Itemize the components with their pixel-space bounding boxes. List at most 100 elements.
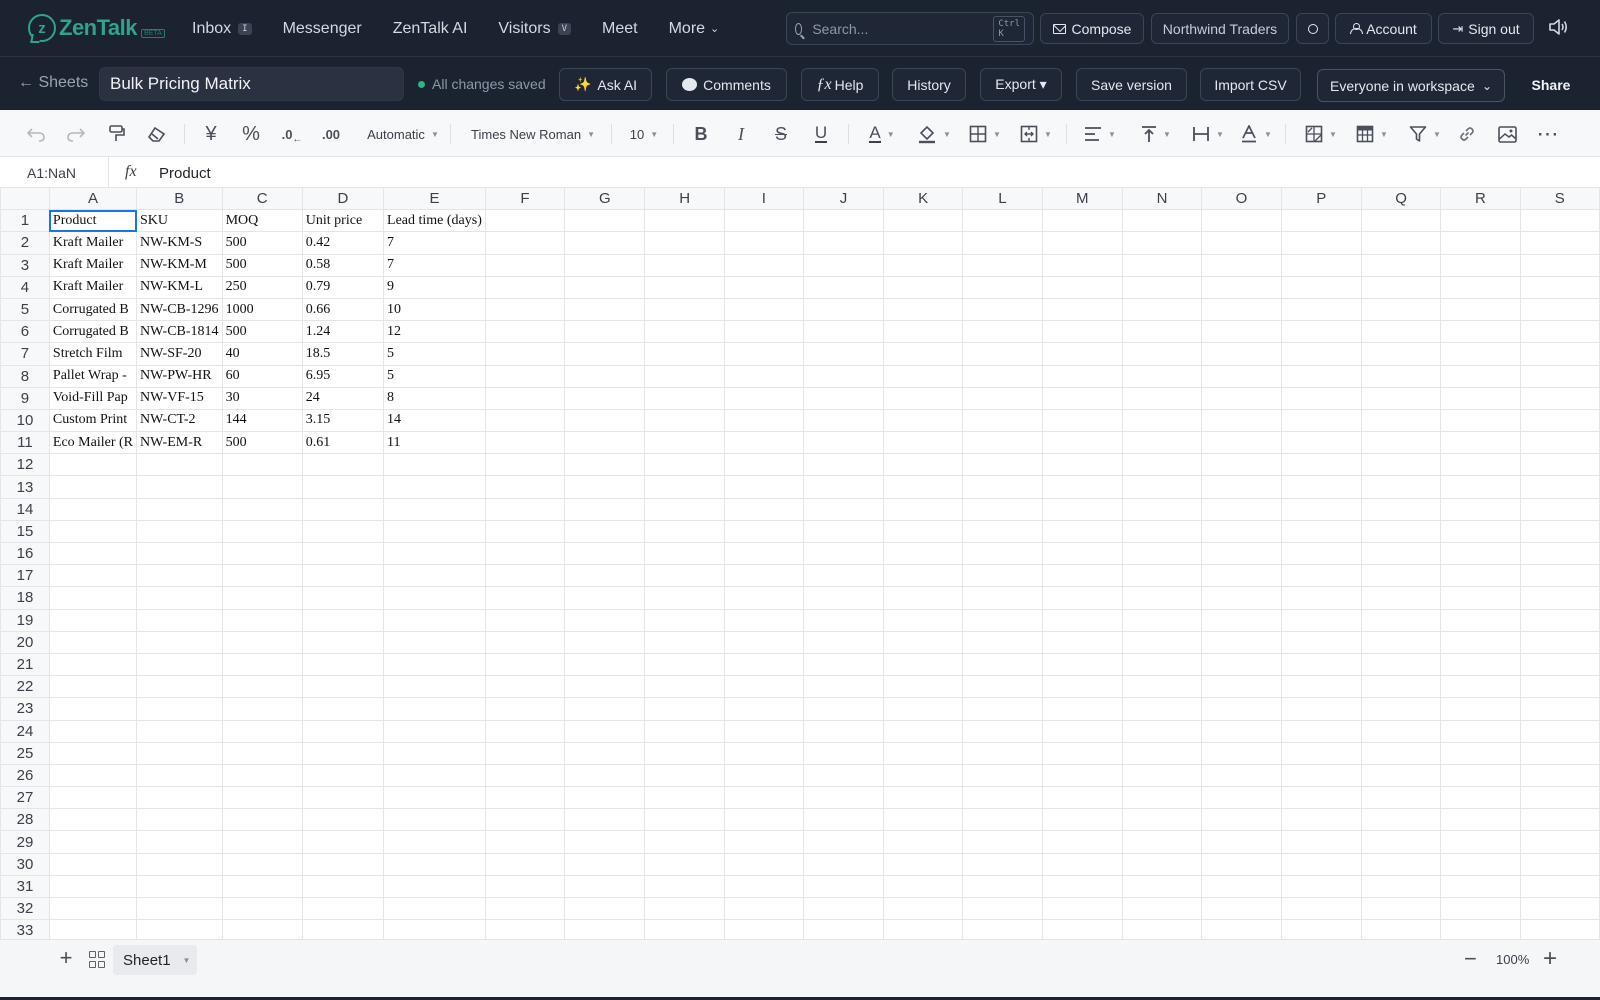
number-format-select[interactable]: Automatic ▼ [361, 122, 445, 146]
cell-g3[interactable] [564, 253, 646, 277]
cell-o24[interactable] [1201, 719, 1282, 743]
table-style-button[interactable]: ▼ [1354, 122, 1390, 146]
cell-f6[interactable] [484, 320, 566, 344]
cell-p4[interactable] [1280, 275, 1362, 299]
cell-m27[interactable] [1041, 786, 1123, 810]
cell-k24[interactable] [883, 719, 964, 743]
back-to-sheets-link[interactable]: ← Sheets [18, 74, 88, 92]
cell-d20[interactable] [301, 630, 385, 654]
cell-k18[interactable] [883, 586, 964, 610]
cell-s32[interactable] [1519, 896, 1600, 921]
row-header[interactable]: 6 [0, 320, 50, 344]
cell-c25[interactable] [221, 741, 303, 765]
cell-p14[interactable] [1280, 497, 1362, 521]
cell-o2[interactable] [1201, 231, 1282, 255]
cell-p5[interactable] [1280, 297, 1362, 322]
export-button[interactable]: Export ▾ [980, 68, 1062, 101]
cell-n9[interactable] [1121, 386, 1203, 410]
cell-m5[interactable] [1041, 297, 1123, 322]
cell-b12[interactable] [136, 453, 223, 477]
cell-j11[interactable] [802, 431, 885, 455]
cell-h6[interactable] [644, 320, 725, 344]
cell-f26[interactable] [484, 763, 566, 788]
zoom-in-icon[interactable]: + [1543, 945, 1557, 973]
cell-g21[interactable] [564, 652, 646, 677]
cell-o3[interactable] [1201, 253, 1282, 277]
cell-s25[interactable] [1519, 741, 1600, 765]
cell-c21[interactable] [221, 652, 303, 677]
cell-b24[interactable] [136, 719, 223, 743]
cell-e13[interactable] [383, 475, 486, 499]
cell-a29[interactable] [48, 830, 138, 854]
cell-n3[interactable] [1121, 253, 1203, 277]
share-button[interactable]: Share [1518, 68, 1584, 101]
cell-j15[interactable] [802, 519, 885, 544]
import-csv-button[interactable]: Import CSV [1200, 68, 1301, 101]
cell-b29[interactable] [136, 830, 223, 854]
cell-a27[interactable] [48, 786, 138, 810]
cell-q20[interactable] [1360, 630, 1442, 654]
cell-h15[interactable] [644, 519, 725, 544]
cell-e19[interactable] [383, 608, 486, 632]
cell-l24[interactable] [962, 719, 1043, 743]
caret-down-icon[interactable]: ▼ [183, 956, 191, 965]
cell-f25[interactable] [484, 741, 566, 765]
cell-c4[interactable]: 250 [221, 275, 303, 299]
cell-s11[interactable] [1519, 431, 1600, 455]
row-header[interactable]: 18 [0, 586, 50, 610]
cell-g10[interactable] [564, 408, 646, 433]
row-header[interactable]: 7 [0, 342, 50, 366]
cell-h1[interactable] [644, 209, 725, 233]
cell-h33[interactable] [644, 919, 725, 939]
cell-k4[interactable] [883, 275, 964, 299]
cell-p25[interactable] [1280, 741, 1362, 765]
cell-o13[interactable] [1201, 475, 1282, 499]
cell-e4[interactable]: 9 [383, 275, 486, 299]
cell-h12[interactable] [644, 453, 725, 477]
cell-e32[interactable] [383, 896, 486, 921]
cell-p18[interactable] [1280, 586, 1362, 610]
cell-a20[interactable] [48, 630, 138, 654]
cell-c9[interactable]: 30 [221, 386, 303, 410]
row-header[interactable]: 4 [0, 275, 50, 299]
insert-image-button[interactable] [1496, 122, 1518, 146]
cell-g22[interactable] [564, 675, 646, 699]
column-header[interactable]: N [1121, 187, 1203, 211]
cell-o20[interactable] [1201, 630, 1282, 654]
cell-o33[interactable] [1201, 919, 1282, 939]
cell-o22[interactable] [1201, 675, 1282, 699]
column-header[interactable]: D [301, 187, 385, 211]
cell-g12[interactable] [564, 453, 646, 477]
cell-b30[interactable] [136, 852, 223, 876]
cell-n33[interactable] [1121, 919, 1203, 939]
cell-q25[interactable] [1360, 741, 1442, 765]
cell-p26[interactable] [1280, 763, 1362, 788]
cell-h28[interactable] [644, 808, 725, 832]
cell-i32[interactable] [723, 896, 804, 921]
cell-r10[interactable] [1440, 408, 1521, 433]
cell-p6[interactable] [1280, 320, 1362, 344]
cell-e16[interactable] [383, 541, 486, 566]
paint-format-icon[interactable] [106, 122, 128, 146]
bold-button[interactable]: B [690, 122, 712, 146]
sheet-tab[interactable]: Sheet1 ▼ [113, 945, 197, 975]
cell-h16[interactable] [644, 541, 725, 566]
cell-f11[interactable] [484, 431, 566, 455]
cell-l25[interactable] [962, 741, 1043, 765]
cell-g28[interactable] [564, 808, 646, 832]
cell-f27[interactable] [484, 786, 566, 810]
cell-f17[interactable] [484, 564, 566, 588]
cell-f33[interactable] [484, 919, 566, 939]
cell-i18[interactable] [723, 586, 804, 610]
cell-e25[interactable] [383, 741, 486, 765]
cell-o6[interactable] [1201, 320, 1282, 344]
cell-c26[interactable] [221, 763, 303, 788]
cell-r24[interactable] [1440, 719, 1521, 743]
cell-a32[interactable] [48, 896, 138, 921]
row-header[interactable]: 28 [0, 808, 50, 832]
cell-q11[interactable] [1360, 431, 1442, 455]
cell-g32[interactable] [564, 896, 646, 921]
cell-j26[interactable] [802, 763, 885, 788]
cell-d4[interactable]: 0.79 [301, 275, 385, 299]
cell-f13[interactable] [484, 475, 566, 499]
